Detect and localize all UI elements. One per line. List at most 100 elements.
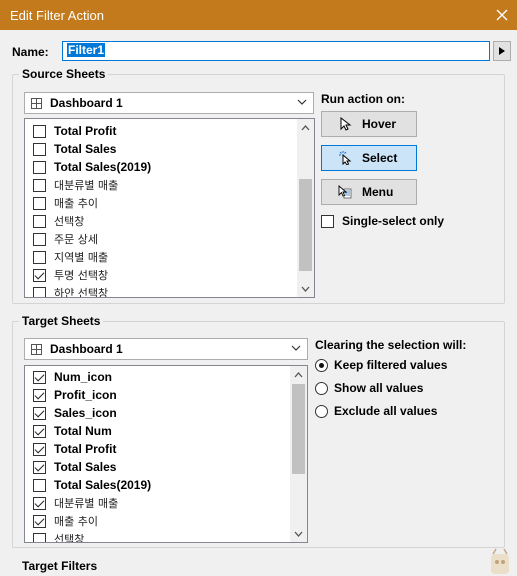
- sheet-label: 하얀 선택창: [54, 287, 109, 298]
- list-item[interactable]: 하얀 선택창: [33, 284, 109, 298]
- sheet-label: 선택창: [54, 215, 85, 228]
- list-item[interactable]: Total Profit: [33, 122, 116, 140]
- radio-button[interactable]: [315, 381, 328, 395]
- scroll-down-icon[interactable]: [297, 280, 314, 297]
- sheet-label: 선택창: [54, 533, 85, 543]
- list-item[interactable]: 선택창: [33, 530, 85, 543]
- source-scrollbar[interactable]: [297, 119, 314, 297]
- triangle-right-icon: [499, 47, 505, 55]
- sheet-checkbox[interactable]: [33, 214, 46, 228]
- sheet-checkbox[interactable]: [33, 370, 46, 384]
- list-item[interactable]: Profit_icon: [33, 386, 117, 404]
- list-item[interactable]: Total Sales: [33, 140, 116, 158]
- close-button[interactable]: [487, 0, 517, 30]
- scroll-down-icon[interactable]: [290, 525, 307, 542]
- list-item[interactable]: 투명 선택창: [33, 266, 108, 284]
- list-item[interactable]: 매출 추이: [33, 512, 98, 530]
- chevron-down-icon: [291, 343, 301, 356]
- source-sheets-list[interactable]: Total Profit Total Sales Total Sales(2019)…: [24, 118, 315, 298]
- select-button-label: Select: [362, 151, 398, 165]
- sheet-checkbox[interactable]: [33, 250, 46, 264]
- target-scroll-thumb[interactable]: [292, 384, 305, 474]
- sheet-checkbox[interactable]: [33, 532, 46, 542]
- sheet-label: Total Profit: [54, 442, 117, 456]
- single-select-checkbox[interactable]: [321, 214, 334, 228]
- target-scrollbar[interactable]: [290, 366, 307, 542]
- select-button[interactable]: Select: [321, 145, 417, 171]
- name-input[interactable]: Filter1: [62, 41, 490, 61]
- sheet-label: Total Profit: [54, 124, 117, 138]
- menu-button[interactable]: Menu: [321, 179, 417, 205]
- cursor-menu-icon: [338, 185, 352, 199]
- sheet-label: Total Sales: [54, 142, 117, 156]
- radio-label: Keep filtered values: [334, 358, 448, 372]
- list-item[interactable]: 매출 추이: [33, 194, 98, 212]
- cursor-click-icon: [339, 151, 352, 165]
- sheet-checkbox[interactable]: [33, 406, 46, 420]
- radio-exclude-all[interactable]: Exclude all values: [315, 404, 437, 418]
- list-item[interactable]: 주문 상세: [33, 230, 98, 248]
- target-sheets-list[interactable]: Num_icon Profit_icon Sales_icon Total Num To…: [24, 365, 308, 543]
- list-item[interactable]: Total Sales(2019): [33, 476, 151, 494]
- list-item[interactable]: 대분류별 매출: [33, 494, 118, 512]
- menu-button-label: Menu: [362, 185, 394, 199]
- radio-label: Exclude all values: [334, 404, 438, 418]
- dashboard-grid-icon: [31, 97, 42, 109]
- list-item[interactable]: 선택창: [33, 212, 84, 230]
- clearing-label: Clearing the selection will:: [315, 338, 467, 352]
- hover-button[interactable]: Hover: [321, 111, 417, 137]
- target-dashboard-dropdown[interactable]: Dashboard 1: [24, 338, 308, 360]
- hover-button-label: Hover: [362, 117, 397, 131]
- sheet-checkbox[interactable]: [33, 424, 46, 438]
- mascot-watermark-icon: [491, 548, 509, 574]
- sheet-checkbox[interactable]: [33, 286, 46, 297]
- sheet-checkbox[interactable]: [33, 178, 46, 192]
- sheet-label: 투명 선택창: [54, 269, 109, 282]
- radio-show-all[interactable]: Show all values: [315, 381, 423, 395]
- sheet-label: Num_icon: [54, 370, 113, 384]
- list-item[interactable]: Sales_icon: [33, 404, 117, 422]
- name-label: Name:: [12, 45, 49, 59]
- sheet-label: 지역별 매출: [54, 251, 109, 264]
- source-scroll-thumb[interactable]: [299, 179, 312, 271]
- list-item[interactable]: Total Sales(2019): [33, 158, 151, 176]
- sheet-checkbox[interactable]: [33, 124, 46, 138]
- list-item[interactable]: 지역별 매출: [33, 248, 108, 266]
- single-select-label: Single-select only: [342, 214, 445, 228]
- radio-button[interactable]: [315, 358, 328, 372]
- list-item[interactable]: Num_icon: [33, 368, 112, 386]
- list-item[interactable]: 대분류별 매출: [33, 176, 118, 194]
- sheet-label: 대분류별 매출: [54, 179, 119, 192]
- title-bar: Edit Filter Action: [0, 0, 517, 30]
- scroll-up-icon[interactable]: [297, 119, 314, 136]
- sheet-checkbox[interactable]: [33, 514, 46, 528]
- sheet-label: Total Sales(2019): [54, 160, 152, 174]
- source-dashboard-dropdown[interactable]: Dashboard 1: [24, 92, 314, 114]
- sheet-checkbox[interactable]: [33, 478, 46, 492]
- sheet-checkbox[interactable]: [33, 268, 46, 282]
- target-dropdown-value: Dashboard 1: [50, 342, 123, 356]
- list-item[interactable]: Total Sales: [33, 458, 116, 476]
- sheet-label: 대분류별 매출: [54, 497, 119, 510]
- sheet-label: Sales_icon: [54, 406, 117, 420]
- name-input-value: Filter1: [67, 43, 106, 57]
- sheet-label: Total Sales(2019): [54, 478, 152, 492]
- list-item[interactable]: Total Profit: [33, 440, 116, 458]
- sheet-checkbox[interactable]: [33, 232, 46, 246]
- sheet-checkbox[interactable]: [33, 460, 46, 474]
- scroll-up-icon[interactable]: [290, 366, 307, 383]
- run-action-label: Run action on:: [321, 92, 405, 106]
- insert-field-button[interactable]: [493, 41, 511, 61]
- window-title: Edit Filter Action: [10, 7, 104, 23]
- sheet-checkbox[interactable]: [33, 160, 46, 174]
- sheet-checkbox[interactable]: [33, 196, 46, 210]
- radio-keep-filtered[interactable]: Keep filtered values: [315, 358, 447, 372]
- sheet-checkbox[interactable]: [33, 388, 46, 402]
- radio-button[interactable]: [315, 404, 328, 418]
- source-dropdown-value: Dashboard 1: [50, 96, 123, 110]
- single-select-row[interactable]: Single-select only: [321, 214, 444, 228]
- list-item[interactable]: Total Num: [33, 422, 112, 440]
- sheet-checkbox[interactable]: [33, 142, 46, 156]
- sheet-checkbox[interactable]: [33, 442, 46, 456]
- sheet-checkbox[interactable]: [33, 496, 46, 510]
